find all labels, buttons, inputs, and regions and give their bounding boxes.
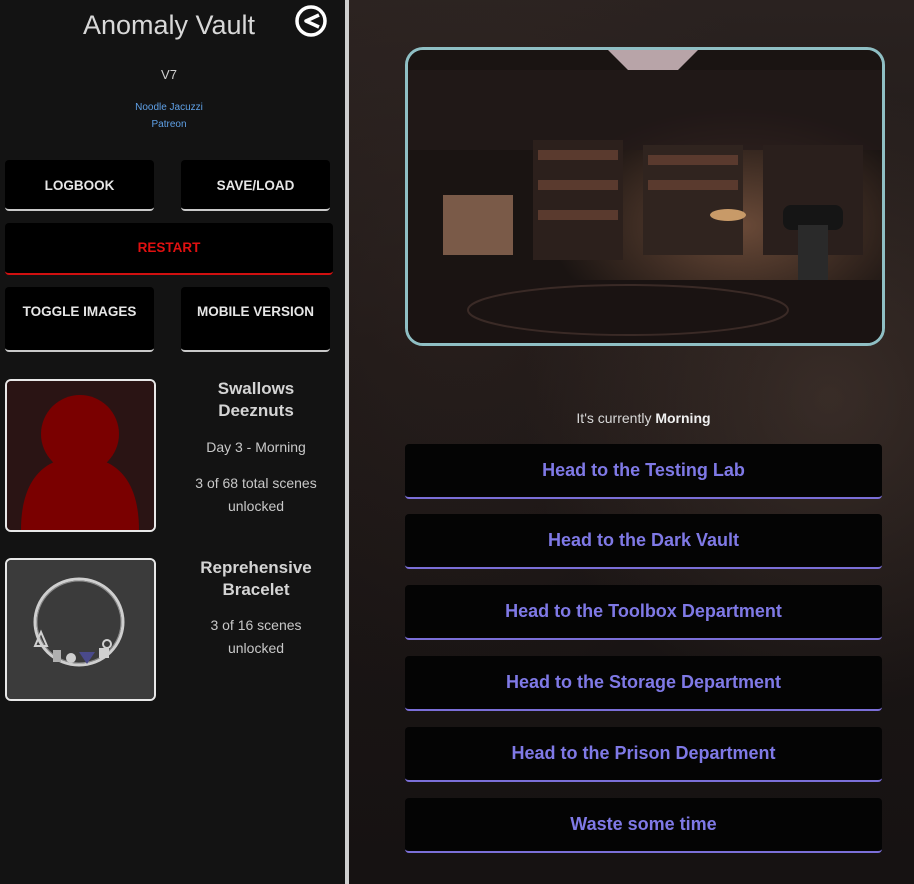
bracelet-icon <box>7 560 154 699</box>
logbook-button[interactable]: LOGBOOK <box>5 160 154 211</box>
sidebar: Anomaly Vault V7 Noodle Jacuzzi Patreon … <box>0 0 345 884</box>
toggle-images-button[interactable]: TOGGLE IMAGES <box>5 287 154 352</box>
item-scenes: 3 of 16 scenes unlocked <box>210 617 302 656</box>
scene-image <box>405 47 885 346</box>
link-patreon[interactable]: Patreon <box>0 119 338 130</box>
character-day: Day 3 - Morning <box>206 439 306 455</box>
character-scenes: 3 of 68 total scenes unlocked <box>195 475 317 514</box>
version-label: V7 <box>161 67 177 82</box>
time-value: Morning <box>655 410 711 426</box>
character-portrait[interactable] <box>5 379 156 532</box>
action-testing-lab[interactable]: Head to the Testing Lab <box>405 444 882 499</box>
item-name: Reprehensive Bracelet <box>200 558 312 599</box>
mobile-version-button[interactable]: MOBILE VERSION <box>181 287 330 352</box>
person-silhouette-icon <box>7 381 154 530</box>
action-prison-department[interactable]: Head to the Prison Department <box>405 727 882 782</box>
time-prefix: It's currently <box>576 410 652 426</box>
bracelet-image[interactable] <box>5 558 156 701</box>
save-load-button[interactable]: SAVE/LOAD <box>181 160 330 211</box>
current-time-text: It's currently Morning <box>405 410 882 426</box>
action-dark-vault[interactable]: Head to the Dark Vault <box>405 514 882 569</box>
sidebar-divider <box>345 0 349 884</box>
action-storage-department[interactable]: Head to the Storage Department <box>405 656 882 711</box>
back-arrow-circle-icon[interactable] <box>295 5 327 37</box>
game-title: Anomaly Vault <box>82 10 256 40</box>
link-noodle-jacuzzi[interactable]: Noodle Jacuzzi <box>0 102 338 113</box>
restart-button[interactable]: RESTART <box>5 223 333 275</box>
library-room-illustration <box>408 50 882 343</box>
action-waste-time[interactable]: Waste some time <box>405 798 882 853</box>
action-toolbox-department[interactable]: Head to the Toolbox Department <box>405 585 882 640</box>
character-name: Swallows Deeznuts <box>217 379 295 420</box>
